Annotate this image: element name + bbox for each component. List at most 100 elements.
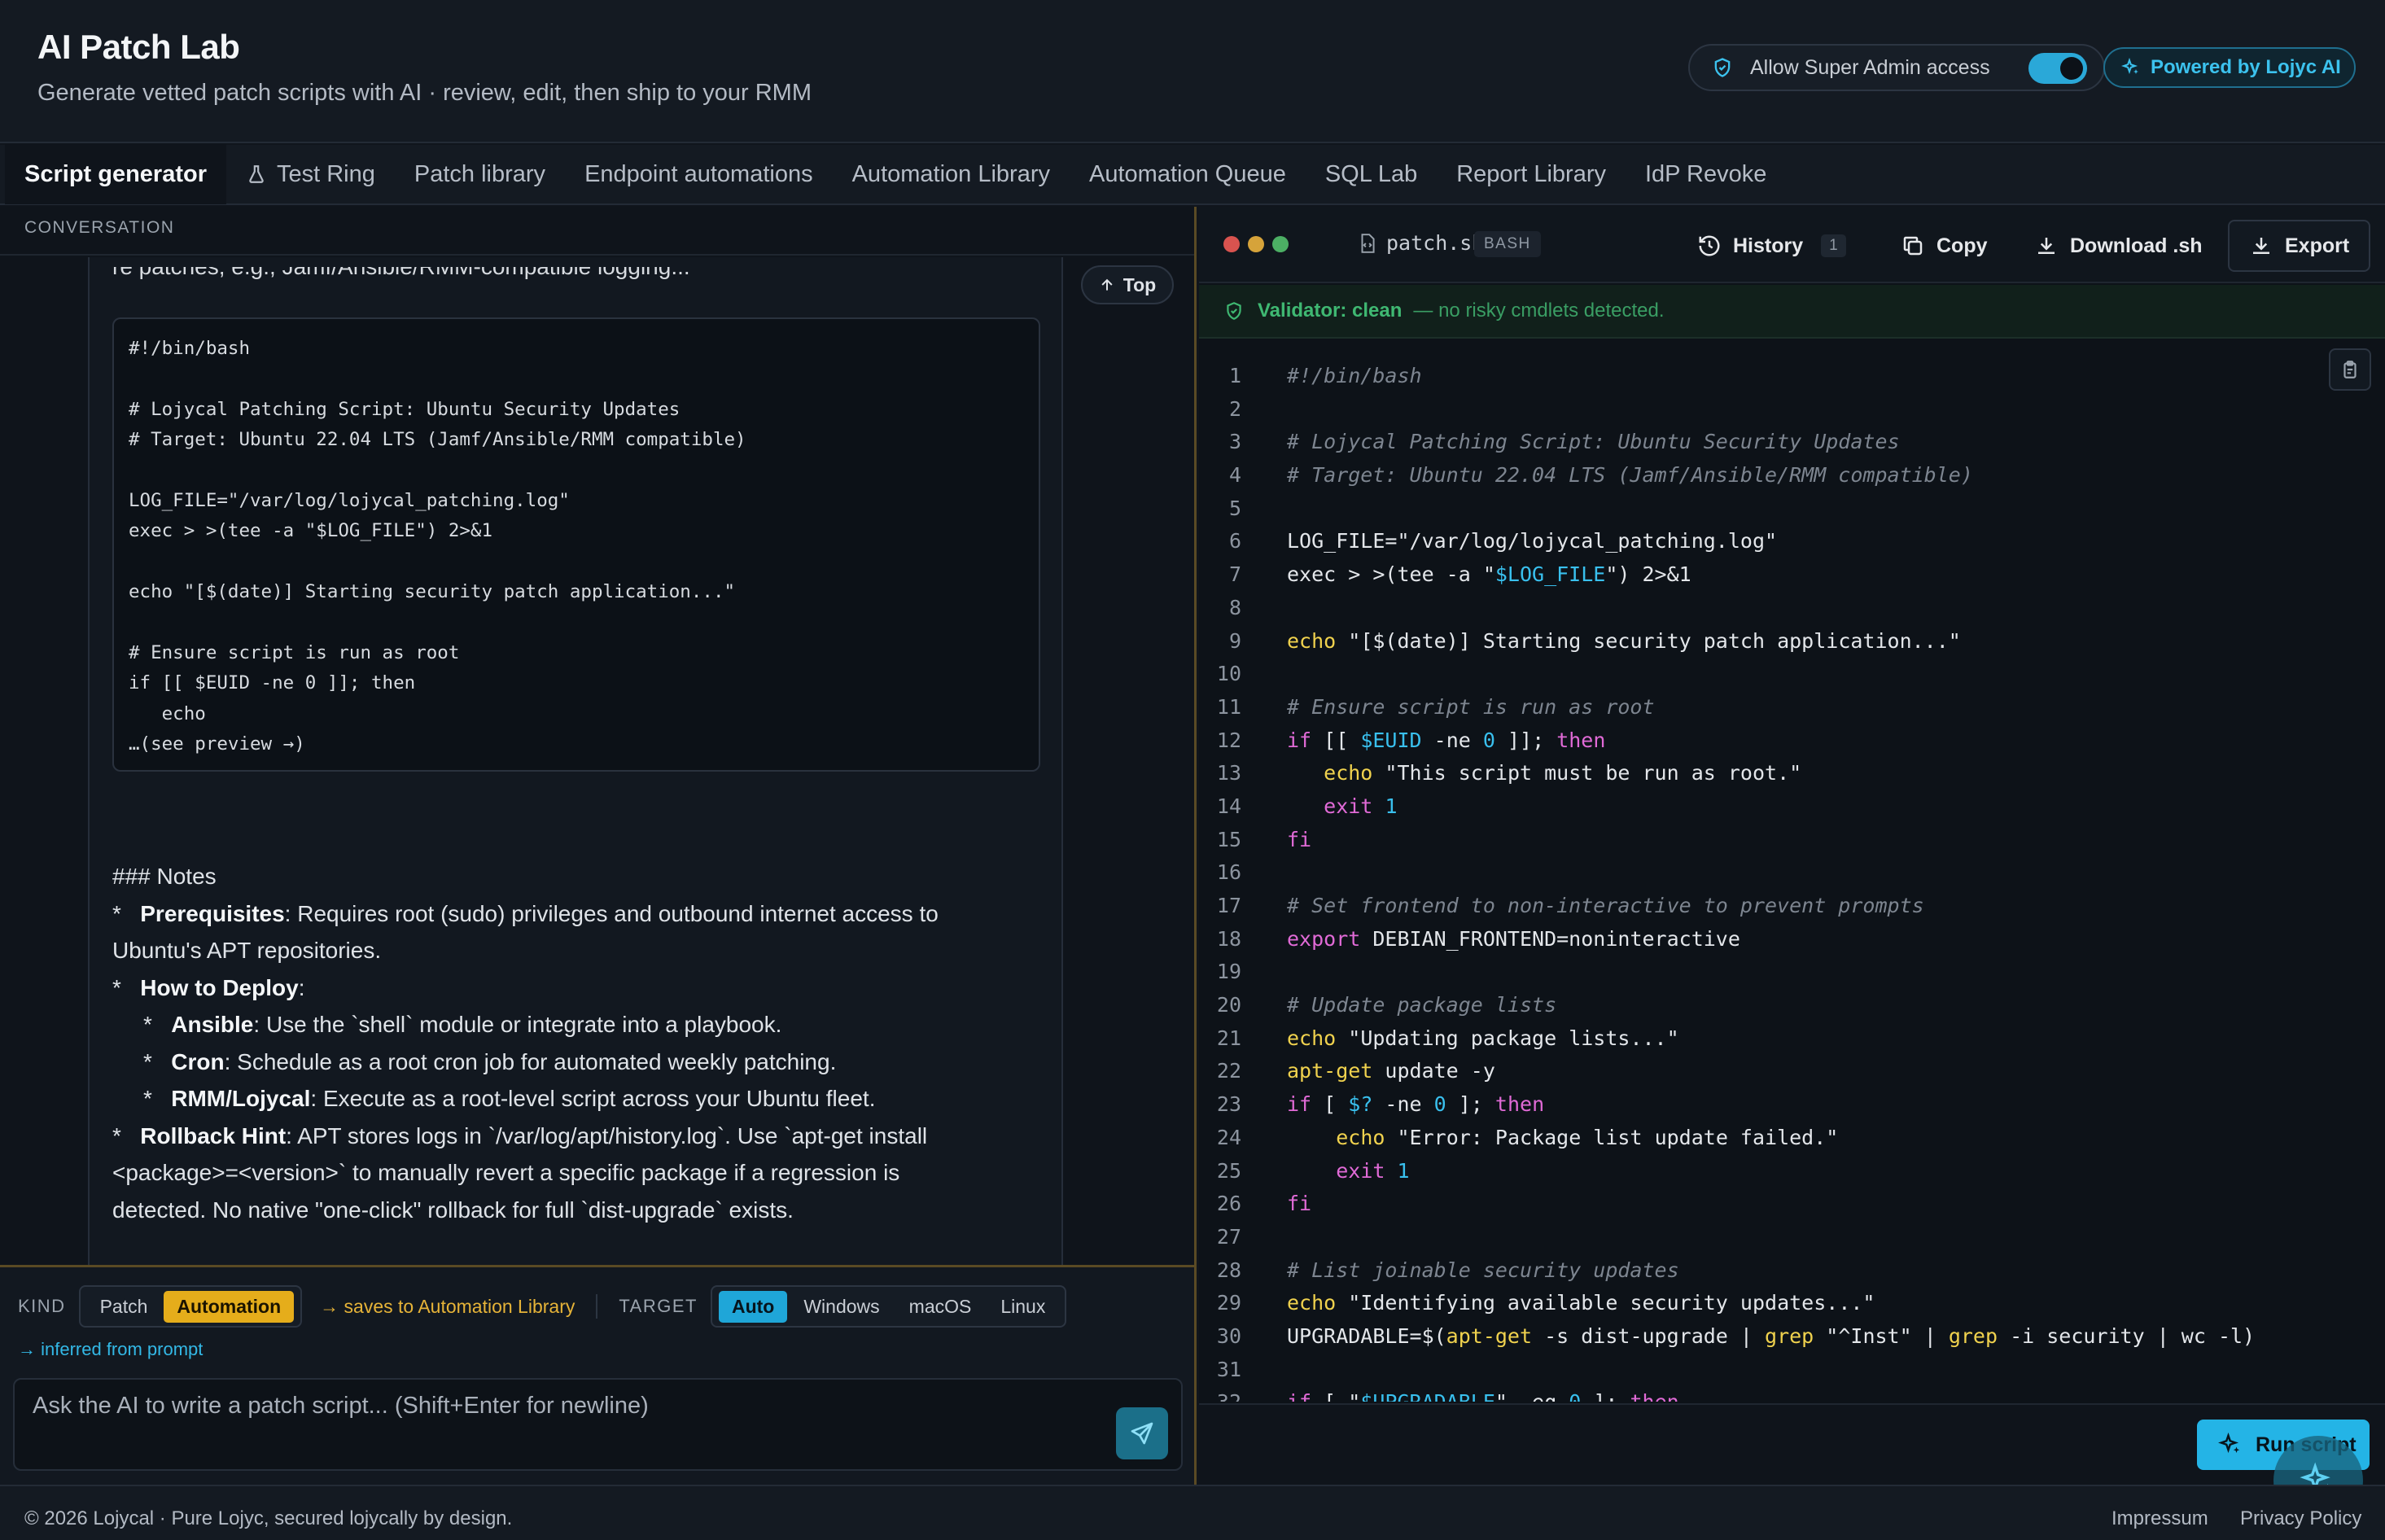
impressum-link[interactable]: Impressum	[2111, 1507, 2208, 1530]
tab-automation-queue[interactable]: Automation Queue	[1089, 144, 1286, 204]
tab-label: Test Ring	[277, 160, 375, 187]
preview-line	[129, 364, 1024, 394]
tab-label: Endpoint automations	[584, 160, 813, 187]
kind-selector: Patch Automation	[78, 1285, 303, 1328]
line-number: 5	[1228, 496, 1241, 520]
code-text: # Set frontend to non-interactive to pre…	[1287, 894, 1924, 917]
note-ansible: * Ansible: Use the `shell` module or int…	[112, 1006, 1040, 1043]
line-number: 6	[1228, 529, 1241, 553]
tab-test-ring[interactable]: Test Ring	[246, 144, 375, 204]
line-number: 21	[1216, 1026, 1241, 1050]
privacy-link[interactable]: Privacy Policy	[2240, 1507, 2361, 1530]
tab-automation-library[interactable]: Automation Library	[852, 144, 1050, 204]
super-admin-switch[interactable]	[2028, 53, 2087, 84]
code-line: 20 # Update package lists	[1199, 989, 2385, 1022]
line-number: 11	[1216, 694, 1241, 719]
code-text: echo "This script must be run as root."	[1324, 761, 1802, 785]
editor-toolbar: patch.sh BASH History 1 Copy Download .s…	[1199, 207, 2385, 283]
code-text: # Target: Ubuntu 22.04 LTS (Jamf/Ansible…	[1287, 463, 1973, 488]
preview-line: # Ensure script is run as root	[129, 641, 460, 663]
line-number: 26	[1216, 1192, 1241, 1216]
note-text: : Schedule as a root cron job for automa…	[224, 1048, 837, 1074]
copy-button[interactable]: Copy	[1901, 225, 1988, 267]
code-line: 25 exit 1	[1199, 1155, 2385, 1188]
notes-section: ### Notes * Prerequisites: Requires root…	[112, 858, 1040, 1228]
sparkle-icon	[2121, 58, 2138, 75]
history-label: History	[1733, 234, 1804, 257]
code-line: 4 # Target: Ubuntu 22.04 LTS (Jamf/Ansibl…	[1199, 459, 2385, 492]
code-line: 27	[1199, 1221, 2385, 1254]
bullet: *	[143, 1012, 152, 1037]
target-option-macos[interactable]: macOS	[896, 1291, 985, 1323]
code-lines: 1 #!/bin/bash 2 3 # Lojycal Patching Script:…	[1199, 360, 2385, 1402]
note-text: : APT stores logs in `/var/log/apt/histo…	[286, 1122, 928, 1148]
history-icon	[1699, 235, 1720, 256]
code-line: 26 fi	[1199, 1188, 2385, 1221]
target-label: TARGET	[619, 1296, 698, 1316]
tab-label: IdP Revoke	[1644, 160, 1767, 187]
code-text: UPGRADABLE=$(apt-get -s dist-upgrade | g…	[1287, 1323, 2256, 1348]
line-number: 15	[1216, 827, 1241, 851]
inferred-note: → inferred from prompt	[18, 1339, 203, 1359]
tab-idp-revoke[interactable]: IdP Revoke	[1645, 144, 1766, 204]
kind-option-patch[interactable]: Patch	[87, 1291, 161, 1323]
tab-report-library[interactable]: Report Library	[1456, 144, 1606, 204]
line-number: 9	[1228, 628, 1241, 653]
tab-script-generator[interactable]: Script generator	[5, 144, 226, 204]
tab-sql-lab[interactable]: SQL Lab	[1325, 144, 1417, 204]
note-label: Prerequisites	[140, 900, 285, 926]
line-number: 30	[1216, 1323, 1241, 1348]
send-button[interactable]	[1116, 1407, 1168, 1459]
validator-banner: Validator: clean — no risky cmdlets dete…	[1199, 285, 2385, 339]
shield-icon	[1714, 58, 1731, 77]
line-number: 32	[1199, 1386, 1241, 1402]
saves-to-note: → saves to Automation Library	[320, 1295, 575, 1317]
clipboard-button[interactable]	[2329, 348, 2371, 391]
code-editor[interactable]: 1 #!/bin/bash 2 3 # Lojycal Patching Script:…	[1199, 340, 2385, 1402]
window-dot-red	[1223, 236, 1240, 252]
preview-line: echo "[$(date)] Starting security patch …	[129, 581, 736, 603]
export-button[interactable]: Export	[2228, 220, 2371, 272]
line-number: 16	[1216, 860, 1241, 885]
target-option-auto[interactable]: Auto	[718, 1290, 788, 1323]
tab-patch-library[interactable]: Patch library	[414, 144, 545, 204]
note-how-to-deploy: * How to Deploy:	[112, 969, 1040, 1007]
history-button[interactable]: History 1	[1697, 225, 1846, 267]
code-text: echo "Updating package lists..."	[1287, 1026, 1679, 1050]
line-number: 4	[1228, 463, 1241, 488]
kind-option-automation[interactable]: Automation	[164, 1290, 295, 1323]
note-label: Cron	[171, 1048, 225, 1074]
page-title: AI Patch Lab	[37, 28, 240, 66]
powered-by-badge[interactable]: Powered by Lojyc AI	[2103, 47, 2356, 88]
copy-icon	[1903, 236, 1923, 256]
tab-endpoint-automations[interactable]: Endpoint automations	[584, 144, 813, 204]
preview-line	[129, 456, 1024, 486]
scroll-top-button[interactable]: Top	[1081, 265, 1174, 304]
line-number: 17	[1216, 894, 1241, 917]
super-admin-toggle-pill[interactable]: Allow Super Admin access	[1688, 44, 2105, 91]
note-rollback: * Rollback Hint: APT stores logs in `/va…	[112, 1118, 1040, 1155]
code-text: if [ $? -ne 0 ]; then	[1287, 1092, 1545, 1117]
code-line: 1 #!/bin/bash	[1199, 360, 2385, 393]
notes-heading: ### Notes	[112, 864, 217, 889]
download-button[interactable]: Download .sh	[2034, 225, 2203, 267]
tab-label: SQL Lab	[1324, 160, 1418, 187]
target-option-linux[interactable]: Linux	[987, 1291, 1058, 1323]
code-line: 31	[1199, 1354, 2385, 1387]
prompt-input[interactable]	[33, 1393, 1091, 1420]
code-text: echo "Error: Package list update failed.…	[1336, 1125, 1839, 1149]
code-text: LOG_FILE="/var/log/lojycal_patching.log"	[1287, 529, 1778, 553]
target-option-windows[interactable]: Windows	[790, 1291, 892, 1323]
download-icon	[2038, 238, 2055, 254]
export-icon	[2253, 238, 2269, 254]
line-number: 8	[1228, 595, 1241, 619]
conversation-panel: re patches, e.g., Jamf/Ansible/RMM-compa…	[0, 207, 1197, 1485]
window-dot-yellow	[1248, 236, 1264, 252]
code-text: echo "Identifying available security upd…	[1287, 1291, 1875, 1315]
clipboard-icon	[2343, 361, 2357, 378]
bullet: *	[112, 974, 121, 1000]
preview-line	[129, 547, 1024, 577]
note-prerequisites: * Prerequisites: Requires root (sudo) pr…	[112, 895, 1040, 933]
tab-label: Script generator	[24, 160, 207, 187]
see-preview-link[interactable]: …(see preview →)	[129, 729, 1024, 759]
